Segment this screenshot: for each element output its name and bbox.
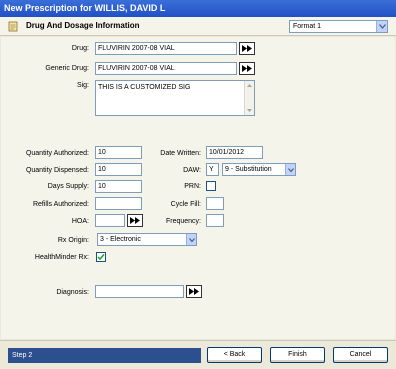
quantity-authorized-input[interactable]: 10 (95, 146, 142, 159)
finish-button[interactable]: Finish (270, 347, 325, 363)
date-written-input[interactable]: 10/01/2012 (206, 146, 263, 159)
prn-label: PRN: (184, 183, 201, 190)
generic-drug-label: Generic Drug: (45, 65, 89, 72)
healthminder-rx-checkbox[interactable] (96, 252, 106, 262)
drug-input-value: FLUVIRIN 2007-08 VIAL (98, 45, 175, 52)
checkmark-icon (97, 254, 105, 261)
double-arrow-right-icon (242, 45, 252, 52)
date-written-label: Date Written: (160, 150, 201, 157)
drug-lookup-button[interactable] (239, 42, 255, 55)
back-button[interactable]: < Back (207, 347, 262, 363)
generic-drug-input-value: FLUVIRIN 2007-08 VIAL (98, 65, 175, 72)
healthminder-rx-label: HealthMinder Rx: (34, 254, 89, 261)
cycle-fill-label: Cycle Fill: (170, 201, 201, 208)
diagnosis-label: Diagnosis: (56, 289, 89, 296)
refills-authorized-input[interactable] (95, 197, 142, 210)
generic-drug-lookup-button[interactable] (239, 62, 255, 75)
prn-checkbox[interactable] (206, 181, 216, 191)
frequency-input[interactable] (206, 214, 224, 227)
hoa-lookup-button[interactable] (127, 214, 143, 227)
hoa-label: HOA: (71, 218, 89, 225)
chevron-down-icon[interactable] (376, 21, 387, 32)
hoa-input[interactable] (95, 214, 125, 227)
window-title: New Prescription for WILLIS, DAVID L (4, 3, 166, 13)
chevron-down-icon[interactable] (285, 164, 295, 175)
refills-authorized-label: Refills Authorized: (32, 201, 89, 208)
window-titlebar: New Prescription for WILLIS, DAVID L (0, 0, 396, 17)
format-select[interactable]: Format 1 (289, 20, 388, 33)
quantity-dispensed-input[interactable]: 10 (95, 163, 142, 176)
quantity-dispensed-label: Quantity Dispensed: (25, 167, 89, 174)
days-supply-value: 10 (98, 183, 106, 190)
sig-scrollbar[interactable] (244, 81, 254, 115)
daw-select-value: 9 - Substitution (225, 166, 272, 173)
daw-flag-input[interactable]: Y (206, 163, 219, 176)
diagnosis-input[interactable] (95, 285, 184, 298)
frequency-label: Frequency: (165, 218, 201, 225)
double-arrow-right-icon (130, 217, 140, 224)
double-arrow-right-icon (189, 288, 199, 295)
sig-textarea-value: THIS IS A CUSTOMIZED SIG (98, 84, 191, 91)
form-panel: Drug: FLUVIRIN 2007-08 VIAL Generic Drug… (1, 37, 395, 339)
double-arrow-right-icon (242, 65, 252, 72)
diagnosis-lookup-button[interactable] (186, 285, 202, 298)
format-select-value: Format 1 (293, 23, 322, 30)
prescription-pad-icon (8, 21, 18, 32)
generic-drug-input[interactable]: FLUVIRIN 2007-08 VIAL (95, 62, 237, 75)
step-indicator: Step 2 (8, 348, 201, 363)
daw-select[interactable]: 9 - Substitution (222, 163, 296, 176)
cycle-fill-input[interactable] (206, 197, 224, 210)
scroll-up-icon[interactable] (245, 81, 254, 90)
quantity-dispensed-value: 10 (98, 166, 106, 173)
days-supply-label: Days Supply: (47, 183, 89, 190)
chevron-down-icon[interactable] (186, 234, 196, 245)
step-label: Step 2 (12, 352, 33, 359)
section-title: Drug And Dosage Information (26, 21, 140, 30)
quantity-authorized-label: Quantity Authorized: (25, 150, 89, 157)
prescription-window: New Prescription for WILLIS, DAVID L Dru… (0, 0, 396, 369)
drug-input[interactable]: FLUVIRIN 2007-08 VIAL (95, 42, 237, 55)
quantity-authorized-value: 10 (98, 149, 106, 156)
sig-textarea[interactable]: THIS IS A CUSTOMIZED SIG (95, 80, 255, 116)
rx-origin-value: 3 - Electronic (100, 236, 141, 243)
date-written-value: 10/01/2012 (209, 149, 245, 156)
cancel-button[interactable]: Cancel (333, 347, 388, 363)
sig-label: Sig: (76, 82, 89, 89)
drug-label: Drug: (71, 45, 89, 52)
rx-origin-label: Rx Origin: (57, 237, 89, 244)
daw-flag-value: Y (209, 166, 214, 173)
rx-origin-select[interactable]: 3 - Electronic (97, 233, 197, 246)
days-supply-input[interactable]: 10 (95, 180, 142, 193)
scroll-down-icon[interactable] (245, 106, 254, 115)
daw-label: DAW: (183, 167, 201, 174)
wizard-footer: Step 2 < Back Finish Cancel (0, 340, 396, 369)
